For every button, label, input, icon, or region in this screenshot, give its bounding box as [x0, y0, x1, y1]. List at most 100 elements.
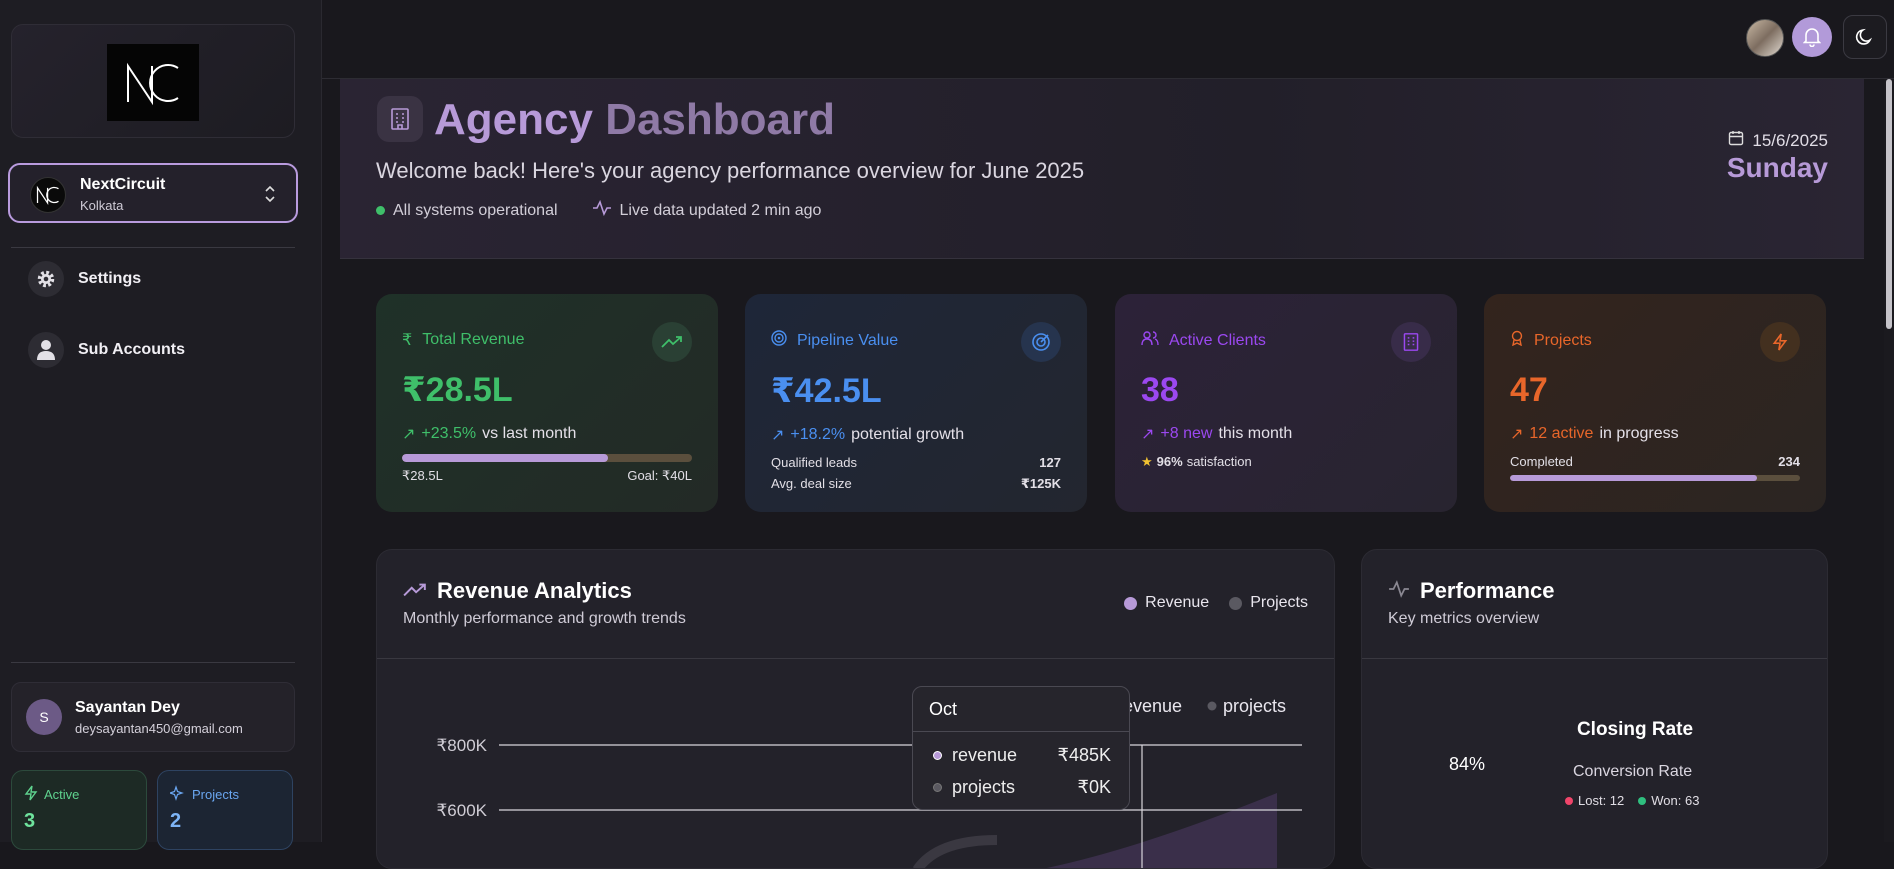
date-display: 15/6/2025 — [1728, 130, 1828, 151]
projects-area — [912, 835, 998, 868]
card-value: 47 — [1510, 371, 1548, 409]
progress-left: ₹28.5L — [402, 468, 443, 483]
projects-stat-card[interactable]: Projects 2 — [157, 770, 293, 850]
moon-icon[interactable] — [1843, 15, 1887, 59]
stat-label: Active — [44, 787, 80, 802]
card-title: Total Revenue — [422, 331, 525, 348]
sidebar-divider — [11, 247, 295, 248]
account-avatar — [30, 177, 66, 213]
card-change: +8 new — [1160, 425, 1213, 442]
legend-dot — [1207, 701, 1217, 711]
card-change-text: potential growth — [851, 426, 965, 443]
welcome-text: Welcome back! Here's your agency perform… — [376, 158, 1085, 183]
chart-tooltip: Oct revenue ₹485K projects ₹0K — [912, 686, 1130, 810]
star-icon: ★ — [1141, 454, 1153, 469]
y-tick-label: ₹600K — [436, 801, 487, 820]
award-icon — [1510, 330, 1524, 351]
sidebar-item-sub-accounts[interactable]: Sub Accounts — [28, 332, 185, 368]
y-tick-label: ₹800K — [436, 736, 487, 755]
account-switcher[interactable]: NextCircuit Kolkata — [8, 163, 298, 223]
top-bar — [322, 0, 1894, 79]
tooltip-value: ₹485K — [1057, 745, 1112, 765]
avatar: S — [26, 699, 62, 735]
logo-card[interactable] — [11, 24, 295, 138]
metric-label: Avg. deal size — [771, 476, 852, 491]
pipeline-value-card[interactable]: Pipeline Value ₹42.5L ↗ +18.2% potential g… — [745, 294, 1087, 512]
user-profile[interactable]: S Sayantan Dey deysayantan450@gmail.com — [11, 682, 295, 752]
scrollbar[interactable] — [1884, 79, 1894, 842]
metric-value: ₹125K — [1020, 476, 1061, 491]
arrow-up-right-icon: ↗ — [771, 427, 785, 444]
panel-title: Performance — [1420, 578, 1555, 603]
chevron-updown-icon[interactable] — [264, 185, 276, 203]
revenue-chart[interactable]: ₹800K ₹600K revenue projects — [377, 550, 1335, 869]
user-email: deysayantan450@gmail.com — [75, 721, 243, 736]
building-icon — [377, 96, 423, 142]
card-change: +23.5% — [421, 425, 477, 442]
satisfaction-label: satisfaction — [1186, 454, 1252, 469]
rupee-icon: ₹ — [402, 332, 413, 349]
bell-icon[interactable] — [1792, 17, 1832, 57]
activity-icon — [592, 199, 612, 221]
tooltip-value: ₹0K — [1077, 777, 1111, 797]
sidebar-item-label: Settings — [78, 270, 142, 287]
target-icon — [771, 330, 787, 351]
tooltip-series: projects — [952, 777, 1016, 797]
card-change-text: this month — [1218, 425, 1293, 442]
tooltip-month: Oct — [929, 699, 958, 719]
building-icon — [1391, 322, 1431, 362]
active-clients-card[interactable]: Active Clients 38 ↗ +8 new this month ★ 96%… — [1115, 294, 1457, 512]
sparkles-icon — [168, 785, 186, 804]
card-title: Projects — [1534, 331, 1592, 349]
title-second: Dashboard — [605, 95, 836, 144]
panel-subtitle: Key metrics overview — [1388, 610, 1540, 627]
arrow-up-right-icon: ↗ — [1141, 426, 1155, 443]
card-value: ₹28.5L — [402, 371, 513, 409]
card-title: Active Clients — [1169, 331, 1266, 349]
panel-divider — [1362, 658, 1827, 659]
lost-count: Lost: 12 — [1578, 793, 1625, 808]
system-status: All systems operational — [393, 201, 558, 219]
card-change-text: in progress — [1599, 425, 1679, 442]
scrollbar-thumb[interactable] — [1886, 79, 1892, 329]
tooltip-row: projects ₹0K — [933, 777, 1111, 798]
card-change: 12 active — [1529, 425, 1594, 442]
chart-legend-label: projects — [1223, 696, 1286, 716]
metric-value: 127 — [1039, 455, 1061, 470]
closing-rate-percent: 84% — [1449, 754, 1486, 774]
tooltip-series: revenue — [952, 745, 1018, 765]
active-stat-card[interactable]: Active 3 — [11, 770, 147, 850]
page-title: Agency Dashboard — [434, 95, 835, 145]
arrow-up-right-icon: ↗ — [402, 426, 416, 443]
revenue-analytics-panel: Revenue Analytics Monthly performance an… — [376, 549, 1335, 869]
projects-progress-bar — [1510, 475, 1800, 481]
sidebar-item-settings[interactable]: Settings — [28, 261, 141, 297]
closing-rate-heading: Closing Rate — [1576, 719, 1694, 740]
bolt-icon — [24, 785, 38, 804]
projects-card[interactable]: Projects 47 ↗ 12 active in progress Comple… — [1484, 294, 1826, 512]
win-loss-legend: Lost: 12 Won: 63 — [1565, 793, 1699, 808]
progress-fill — [1510, 475, 1757, 481]
target-arrow-icon — [1021, 322, 1061, 362]
title-first: Agency — [434, 95, 593, 144]
completed-value: 234 — [1778, 454, 1800, 469]
completed-label: Completed — [1510, 454, 1573, 469]
won-count: Won: 63 — [1651, 793, 1700, 808]
gear-icon — [28, 261, 64, 297]
nc-logo — [107, 44, 199, 121]
card-title: Pipeline Value — [797, 331, 899, 349]
total-revenue-card[interactable]: ₹ Total Revenue ₹28.5L ↗ +23.5% vs last mon… — [376, 294, 718, 512]
profile-avatar[interactable] — [1746, 19, 1784, 57]
status-dot — [376, 206, 385, 215]
live-status: Live data updated 2 min ago — [619, 201, 822, 219]
performance-panel: Performance Key metrics overview Closing… — [1361, 549, 1828, 869]
metric-label: Qualified leads — [771, 455, 857, 470]
account-name: NextCircuit — [80, 176, 166, 193]
tooltip-row: revenue ₹485K — [933, 745, 1111, 766]
stat-value: 3 — [24, 810, 36, 832]
trending-up-icon — [652, 322, 692, 362]
arrow-up-right-icon: ↗ — [1510, 426, 1524, 443]
card-value: ₹42.5L — [771, 372, 882, 410]
activity-icon — [1388, 578, 1410, 604]
card-change: +18.2% — [790, 426, 846, 443]
